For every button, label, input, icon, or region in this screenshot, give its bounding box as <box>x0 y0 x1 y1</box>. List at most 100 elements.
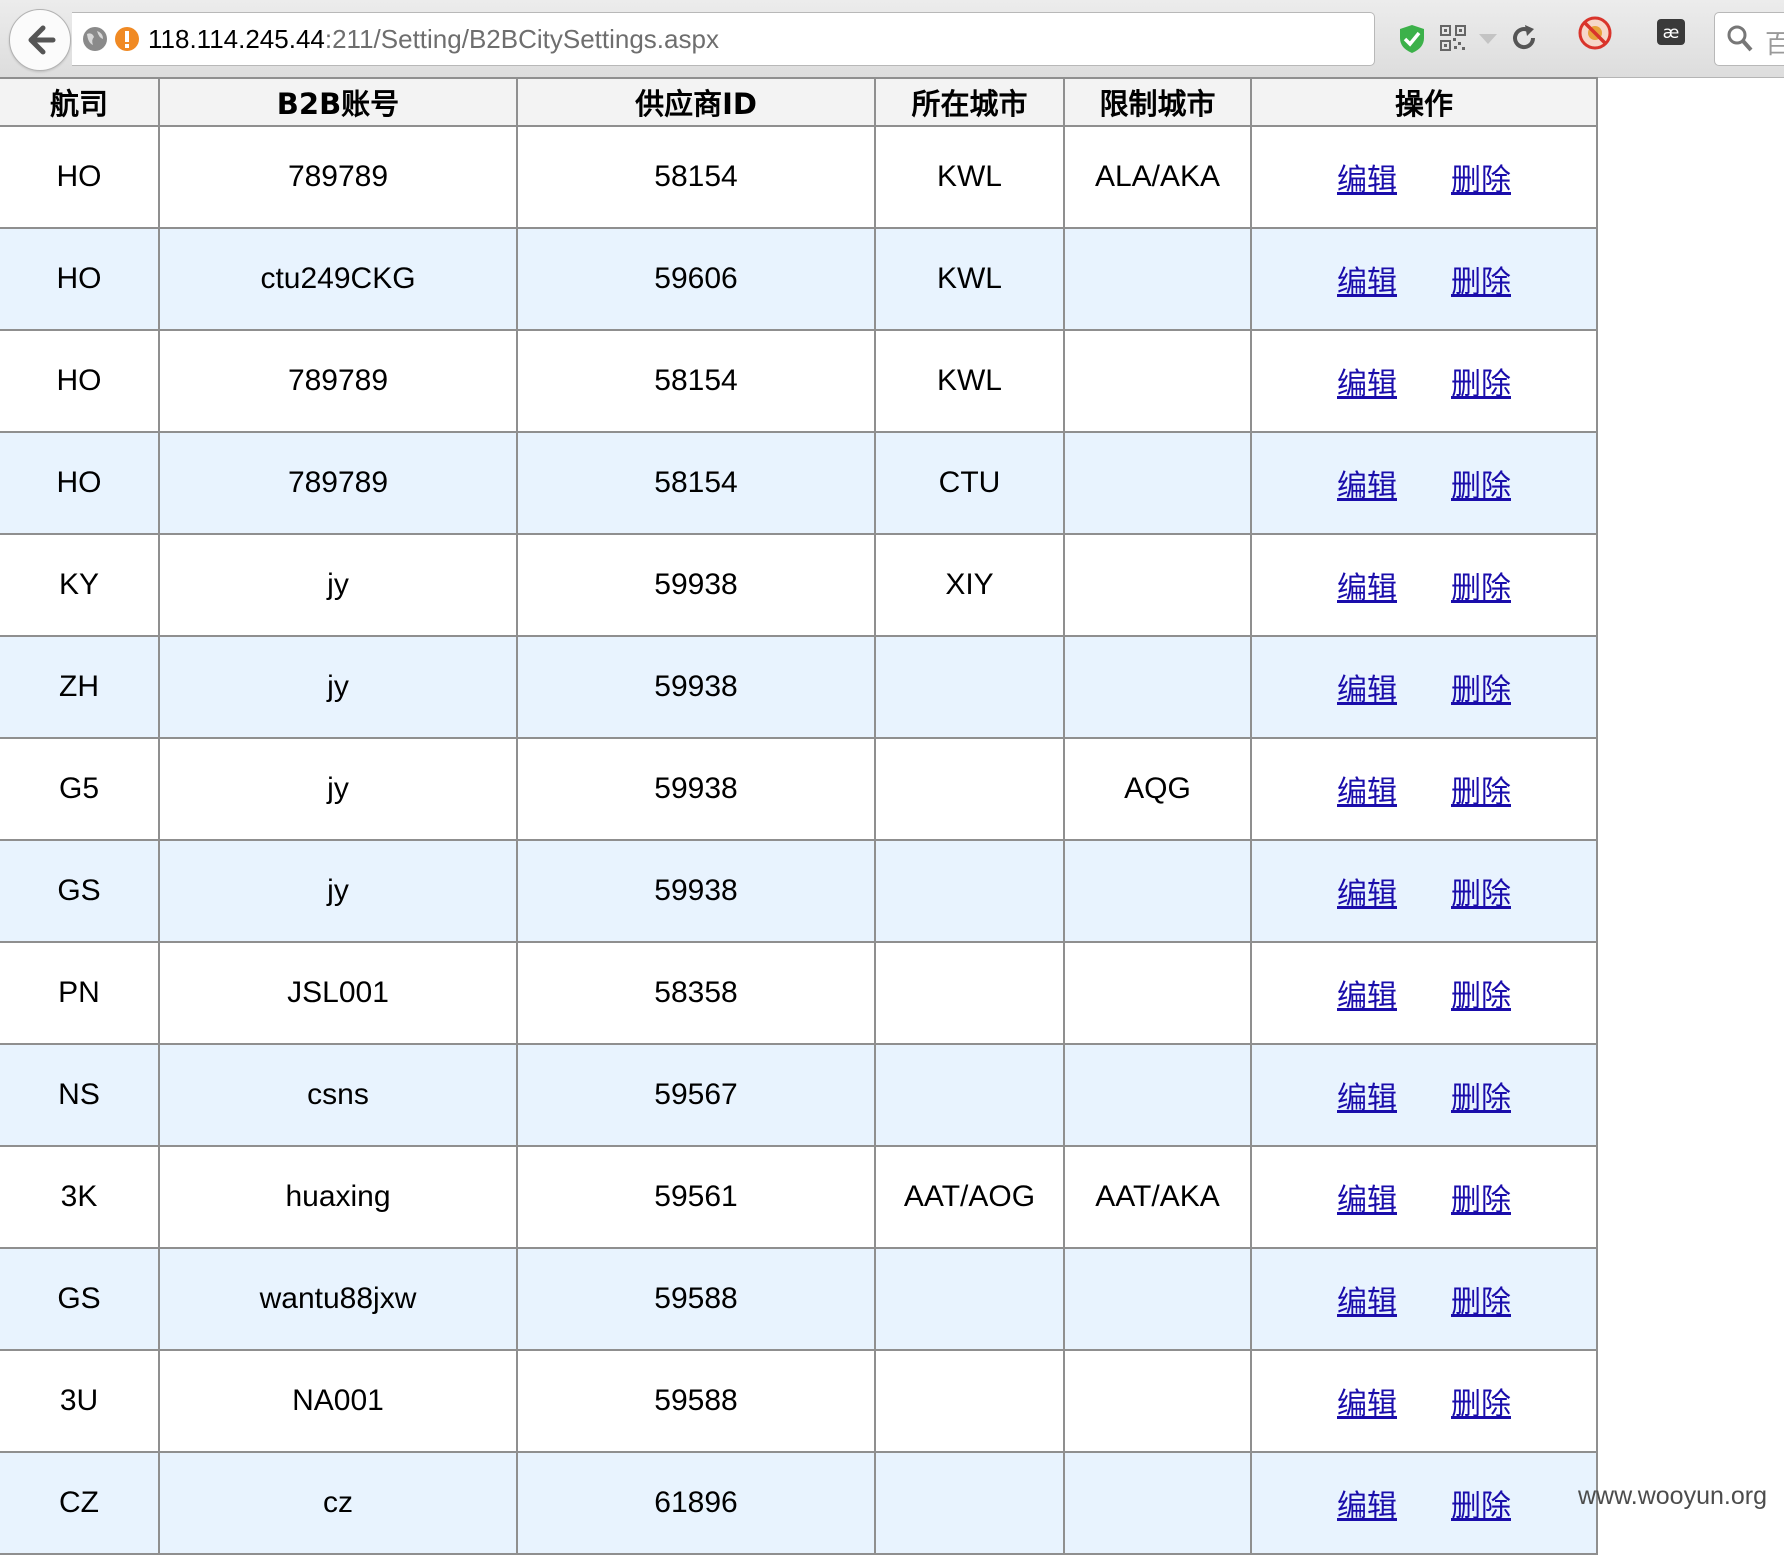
table-row: G5 jy 59938 AQG 编辑 删除 <box>0 737 1598 841</box>
cell-location-city: AAT/AOG <box>874 1145 1065 1249</box>
delete-link[interactable]: 删除 <box>1451 775 1511 810</box>
cell-restricted-city: AAT/AKA <box>1063 1145 1252 1249</box>
cell-supplier-id: 59938 <box>516 533 876 637</box>
delete-link[interactable]: 删除 <box>1451 367 1511 402</box>
edit-link[interactable]: 编辑 <box>1337 1081 1397 1116</box>
cell-location-city <box>874 941 1065 1045</box>
header-supplier-id: 供应商ID <box>516 77 876 127</box>
delete-link[interactable]: 删除 <box>1451 1387 1511 1422</box>
cell-b2b-account: csns <box>158 1043 518 1147</box>
cell-airline: KY <box>0 533 160 637</box>
cell-b2b-account: jy <box>158 533 518 637</box>
cell-restricted-city <box>1063 329 1252 433</box>
edit-link[interactable]: 编辑 <box>1337 1183 1397 1218</box>
adblock-icon[interactable] <box>1578 16 1612 50</box>
warning-icon <box>115 27 139 51</box>
table-row: HO 789789 58154 CTU 编辑 删除 <box>0 431 1598 535</box>
cell-supplier-id: 59567 <box>516 1043 876 1147</box>
cell-b2b-account: 789789 <box>158 125 518 229</box>
address-bar[interactable]: 118.114.245.44:211/Setting/B2BCitySettin… <box>72 12 1536 66</box>
cell-supplier-id: 58154 <box>516 431 876 535</box>
table-row: HO 789789 58154 KWL 编辑 删除 <box>0 329 1598 433</box>
edit-link[interactable]: 编辑 <box>1337 1489 1397 1524</box>
cell-supplier-id: 58358 <box>516 941 876 1045</box>
cell-airline: GS <box>0 1247 160 1351</box>
cell-airline: 3U <box>0 1349 160 1453</box>
table-row: GS jy 59938 编辑 删除 <box>0 839 1598 943</box>
cell-b2b-account: 789789 <box>158 329 518 433</box>
edit-link[interactable]: 编辑 <box>1337 877 1397 912</box>
cell-actions: 编辑 删除 <box>1250 635 1598 739</box>
search-box[interactable]: 百 <box>1714 12 1784 66</box>
delete-link[interactable]: 删除 <box>1451 571 1511 606</box>
url-text[interactable]: 118.114.245.44:211/Setting/B2BCitySettin… <box>148 24 719 54</box>
cell-b2b-account: cz <box>158 1451 518 1555</box>
chevron-down-icon[interactable] <box>1478 33 1498 45</box>
header-actions: 操作 <box>1250 77 1598 127</box>
table-row: NS csns 59567 编辑 删除 <box>0 1043 1598 1147</box>
cell-location-city <box>874 1247 1065 1351</box>
cell-airline: CZ <box>0 1451 160 1555</box>
cell-b2b-account: huaxing <box>158 1145 518 1249</box>
edit-link[interactable]: 编辑 <box>1337 1285 1397 1320</box>
cell-location-city <box>874 635 1065 739</box>
cell-actions: 编辑 删除 <box>1250 737 1598 841</box>
edit-link[interactable]: 编辑 <box>1337 673 1397 708</box>
edit-link[interactable]: 编辑 <box>1337 163 1397 198</box>
back-button[interactable] <box>9 9 71 71</box>
table-row: ZH jy 59938 编辑 删除 <box>0 635 1598 739</box>
edit-link[interactable]: 编辑 <box>1337 571 1397 606</box>
cell-airline: HO <box>0 329 160 433</box>
browser-toolbar: 118.114.245.44:211/Setting/B2BCitySettin… <box>0 0 1784 78</box>
table-row: HO ctu249CKG 59606 KWL 编辑 删除 <box>0 227 1598 331</box>
edit-link[interactable]: 编辑 <box>1337 775 1397 810</box>
cell-location-city <box>874 737 1065 841</box>
cell-location-city <box>874 1349 1065 1453</box>
reload-icon[interactable] <box>1509 23 1539 53</box>
edit-link[interactable]: 编辑 <box>1337 979 1397 1014</box>
delete-link[interactable]: 删除 <box>1451 265 1511 300</box>
cell-location-city: XIY <box>874 533 1065 637</box>
edit-link[interactable]: 编辑 <box>1337 469 1397 504</box>
cell-location-city <box>874 1043 1065 1147</box>
watermark: www.wooyun.org <box>1578 1482 1767 1510</box>
b2b-city-settings-table: 航司 B2B账号 供应商ID 所在城市 限制城市 操作 HO 789789 5815… <box>0 77 1598 1555</box>
delete-link[interactable]: 删除 <box>1451 1081 1511 1116</box>
delete-link[interactable]: 删除 <box>1451 1183 1511 1218</box>
edit-link[interactable]: 编辑 <box>1337 265 1397 300</box>
delete-link[interactable]: 删除 <box>1451 163 1511 198</box>
delete-link[interactable]: 删除 <box>1451 1285 1511 1320</box>
cell-supplier-id: 59938 <box>516 737 876 841</box>
cell-b2b-account: jy <box>158 635 518 739</box>
delete-link[interactable]: 删除 <box>1451 1489 1511 1524</box>
cell-restricted-city <box>1063 1349 1252 1453</box>
cell-actions: 编辑 删除 <box>1250 1451 1598 1555</box>
cell-location-city <box>874 1451 1065 1555</box>
cell-airline: NS <box>0 1043 160 1147</box>
table-row: CZ cz 61896 编辑 删除 <box>0 1451 1598 1555</box>
cell-location-city: KWL <box>874 329 1065 433</box>
delete-link[interactable]: 删除 <box>1451 673 1511 708</box>
cell-supplier-id: 58154 <box>516 329 876 433</box>
cell-restricted-city <box>1063 1043 1252 1147</box>
cell-b2b-account: jy <box>158 839 518 943</box>
header-b2b-account: B2B账号 <box>158 77 518 127</box>
cell-airline: G5 <box>0 737 160 841</box>
cell-location-city: KWL <box>874 227 1065 331</box>
delete-link[interactable]: 删除 <box>1451 979 1511 1014</box>
delete-link[interactable]: 删除 <box>1451 877 1511 912</box>
qr-code-icon[interactable] <box>1440 25 1466 51</box>
edit-link[interactable]: 编辑 <box>1337 1387 1397 1422</box>
table-row: PN JSL001 58358 编辑 删除 <box>0 941 1598 1045</box>
header-restricted-city: 限制城市 <box>1063 77 1252 127</box>
shield-icon[interactable] <box>1399 24 1425 54</box>
delete-link[interactable]: 删除 <box>1451 469 1511 504</box>
cell-restricted-city <box>1063 839 1252 943</box>
table-row: HO 789789 58154 KWL ALA/AKA 编辑 删除 <box>0 125 1598 229</box>
cell-actions: 编辑 删除 <box>1250 1247 1598 1351</box>
table-row: 3U NA001 59588 编辑 删除 <box>0 1349 1598 1453</box>
table-body: HO 789789 58154 KWL ALA/AKA 编辑 删除 HO ctu249CKG 59… <box>0 125 1598 1555</box>
edit-link[interactable]: 编辑 <box>1337 367 1397 402</box>
cell-supplier-id: 59588 <box>516 1349 876 1453</box>
addon-icon[interactable]: æ <box>1656 18 1686 46</box>
